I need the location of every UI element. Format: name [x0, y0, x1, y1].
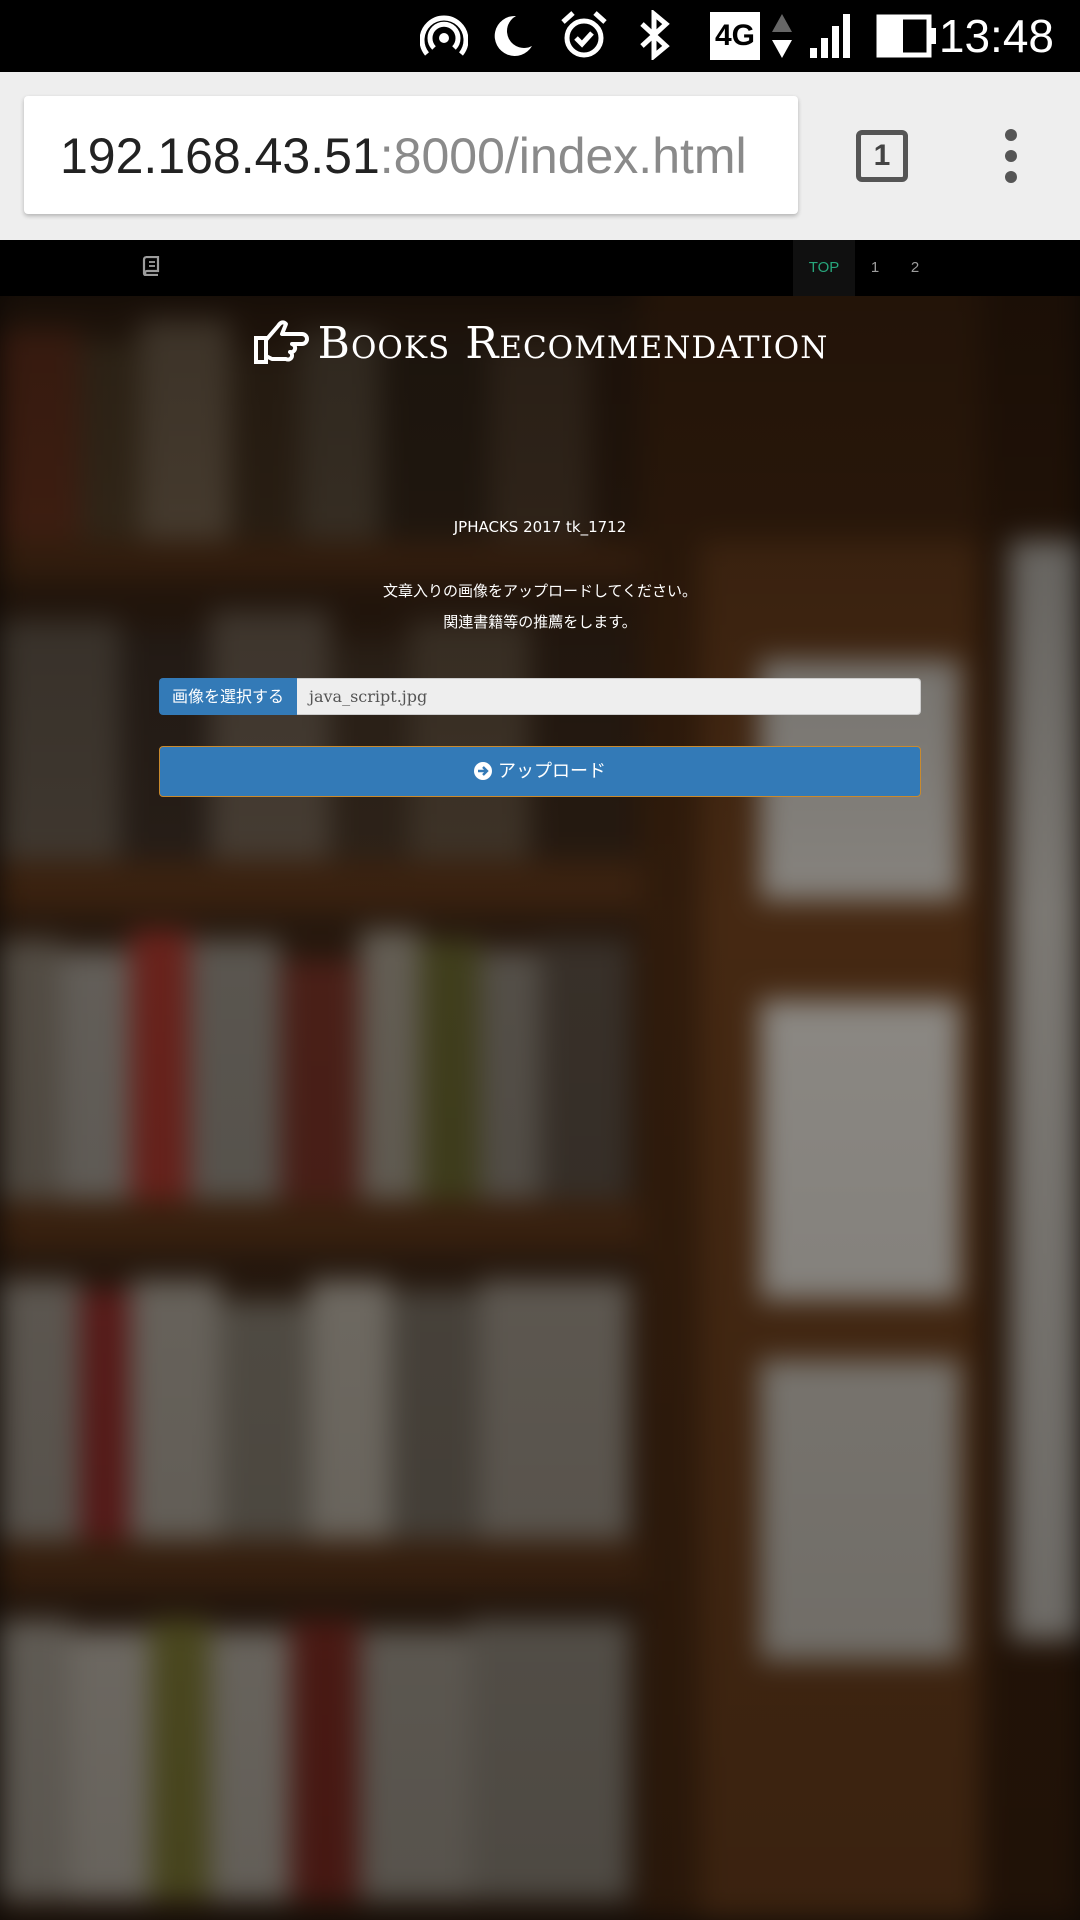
background-overlay — [0, 240, 1080, 1920]
url-path: :8000/index.html — [379, 128, 747, 184]
browser-toolbar: 192.168.43.51:8000/index.html 1 — [0, 72, 1080, 240]
page-title: Books Recommendation — [0, 312, 1080, 376]
upload-button-label: アップロード — [498, 761, 606, 782]
network-4g-icon: 4G — [710, 12, 760, 60]
url-host: 192.168.43.51 — [60, 128, 380, 184]
moon-icon — [494, 15, 532, 56]
overflow-menu-icon[interactable] — [996, 128, 1026, 184]
upload-button[interactable]: アップロード — [159, 746, 921, 797]
page-title-text: Books Recommendation — [317, 318, 829, 369]
battery-icon — [876, 14, 936, 58]
file-name-field[interactable]: java_script.jpg — [297, 678, 921, 715]
hotspot-icon — [420, 15, 468, 56]
file-select-group: 画像を選択する java_script.jpg — [159, 678, 921, 715]
thumbs-right-icon — [253, 320, 309, 364]
book-icon[interactable] — [142, 256, 160, 276]
address-bar[interactable]: 192.168.43.51:8000/index.html — [24, 96, 798, 214]
status-time: 13:48 — [938, 10, 1054, 62]
description-line-2: 関連書籍等の推薦をします。 — [443, 613, 637, 631]
alarm-icon — [561, 11, 607, 58]
url-text[interactable]: 192.168.43.51:8000/index.html — [60, 128, 747, 184]
hackathon-subtitle: JPHACKS 2017 tk_1712 — [453, 518, 627, 536]
nav-item-2[interactable]: 2 — [898, 240, 932, 296]
site-navbar: TOP 1 2 — [0, 240, 1080, 296]
signal-icon — [810, 14, 850, 58]
nav-item-top[interactable]: TOP — [793, 240, 855, 296]
data-activity-icon — [772, 14, 792, 58]
description-line-1: 文章入りの画像をアップロードしてください。 — [382, 582, 698, 600]
select-image-button[interactable]: 画像を選択する — [159, 678, 297, 715]
tab-switcher-button[interactable]: 1 — [856, 130, 908, 182]
bluetooth-icon — [640, 10, 670, 60]
nav-item-1[interactable]: 1 — [858, 240, 892, 296]
arrow-circle-right-icon — [474, 762, 492, 780]
web-page: TOP 1 2 Books Recommendation JPHACKS 201… — [0, 240, 1080, 1920]
status-bar: 4G 13:48 — [0, 0, 1080, 72]
